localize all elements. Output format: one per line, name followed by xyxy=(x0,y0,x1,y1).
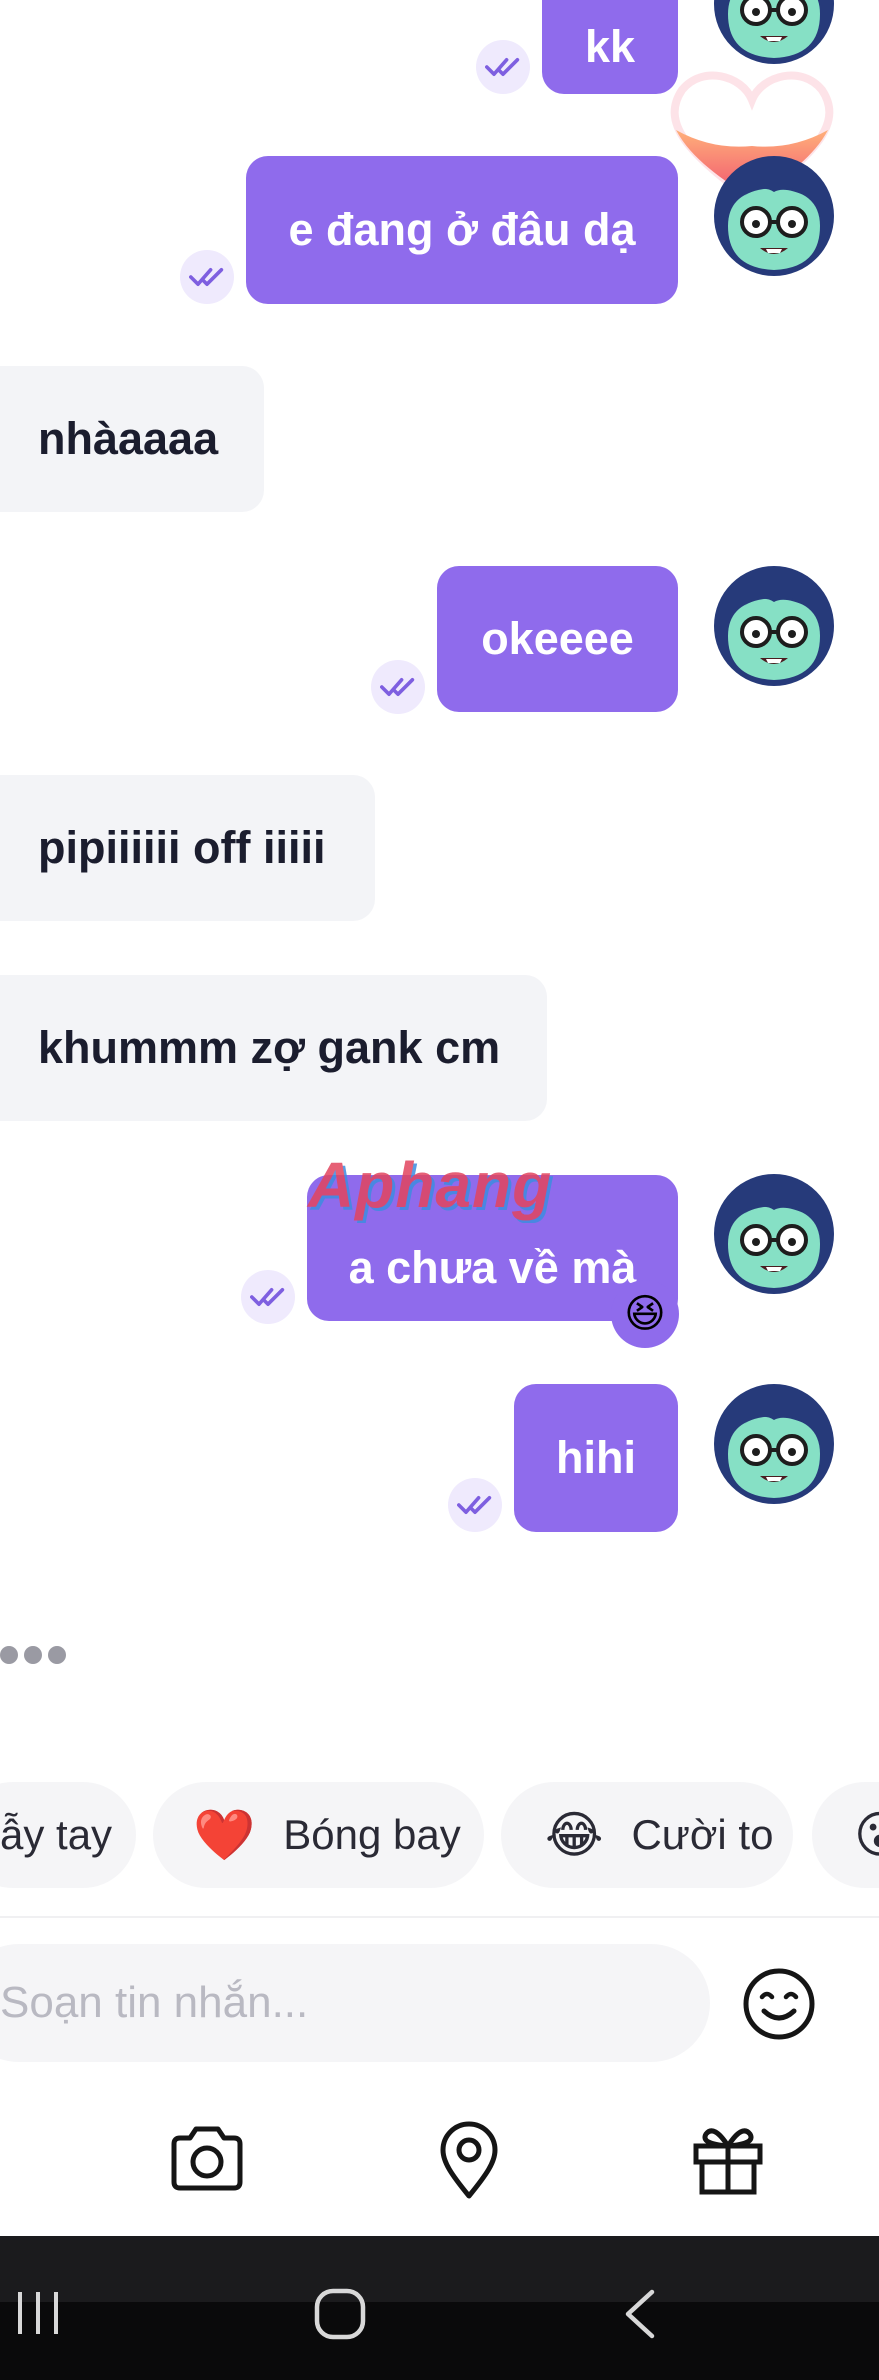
message-reaction[interactable]: 😆 xyxy=(611,1280,679,1348)
message-bubble-outgoing[interactable]: okeeee xyxy=(437,566,678,712)
divider xyxy=(0,1916,879,1918)
typing-indicator xyxy=(0,1646,66,1666)
message-text: e đang ở đâu dạ xyxy=(288,204,636,255)
read-receipt-icon xyxy=(371,660,425,714)
user-avatar[interactable] xyxy=(714,1174,834,1294)
read-receipt-icon xyxy=(476,40,530,94)
user-avatar[interactable] xyxy=(714,156,834,276)
typing-dot xyxy=(0,1646,18,1664)
laughing-tears-icon: 😂 xyxy=(545,1806,604,1864)
recent-apps-icon[interactable] xyxy=(14,2286,64,2340)
user-avatar[interactable] xyxy=(714,0,834,64)
message-text: a chưa về mà xyxy=(348,1242,637,1293)
back-icon[interactable] xyxy=(620,2286,660,2342)
quick-reaction-laugh[interactable]: 😂 Cười to xyxy=(501,1782,793,1888)
message-text: kk xyxy=(584,21,636,72)
message-bubble-incoming[interactable]: pipiiiiii off iiiii xyxy=(0,775,375,921)
message-bubble-incoming[interactable]: khummm zợ gank cm xyxy=(0,975,547,1121)
message-text: hihi xyxy=(556,1432,636,1483)
message-bubble-outgoing[interactable]: e đang ở đâu dạ xyxy=(246,156,678,304)
message-bubble-incoming[interactable]: nhàaaaa xyxy=(0,366,264,512)
gift-icon[interactable] xyxy=(690,2120,766,2196)
message-text: nhàaaaa xyxy=(38,413,219,464)
chip-label: ẫy tay xyxy=(0,1811,113,1858)
chip-label: Bóng bay xyxy=(283,1811,461,1858)
system-navigation-bar xyxy=(0,2236,879,2380)
quick-reaction-wave[interactable]: ẫy tay xyxy=(0,1782,136,1888)
quick-reaction-surprised[interactable]: 😮 xyxy=(812,1782,879,1888)
message-bubble-outgoing[interactable]: hihi xyxy=(514,1384,678,1532)
typing-dot xyxy=(24,1646,42,1664)
typing-dot xyxy=(48,1646,66,1664)
nav-bar-strip xyxy=(0,2302,879,2380)
location-pin-icon[interactable] xyxy=(437,2120,501,2200)
user-avatar[interactable] xyxy=(714,1384,834,1504)
message-text: pipiiiiii off iiiii xyxy=(38,822,326,873)
read-receipt-icon xyxy=(448,1478,502,1532)
message-text: khummm zợ gank cm xyxy=(38,1022,501,1073)
user-avatar[interactable] xyxy=(714,566,834,686)
home-icon[interactable] xyxy=(312,2286,368,2342)
surprised-face-icon: 😮 xyxy=(854,1806,879,1864)
laughing-emoji-icon: 😆 xyxy=(624,1291,666,1337)
emoji-picker-icon[interactable] xyxy=(742,1967,816,2041)
watermark-logo: Aphang xyxy=(308,1149,553,1221)
heart-icon: ❤️ xyxy=(193,1805,256,1864)
chip-label: Cười to xyxy=(631,1811,774,1858)
read-receipt-icon xyxy=(241,1270,295,1324)
read-receipt-icon xyxy=(180,250,234,304)
camera-icon[interactable] xyxy=(168,2124,246,2194)
message-input[interactable] xyxy=(0,1944,710,2062)
quick-reaction-balloon[interactable]: ❤️ Bóng bay xyxy=(153,1782,484,1888)
message-text: okeeee xyxy=(481,613,634,664)
